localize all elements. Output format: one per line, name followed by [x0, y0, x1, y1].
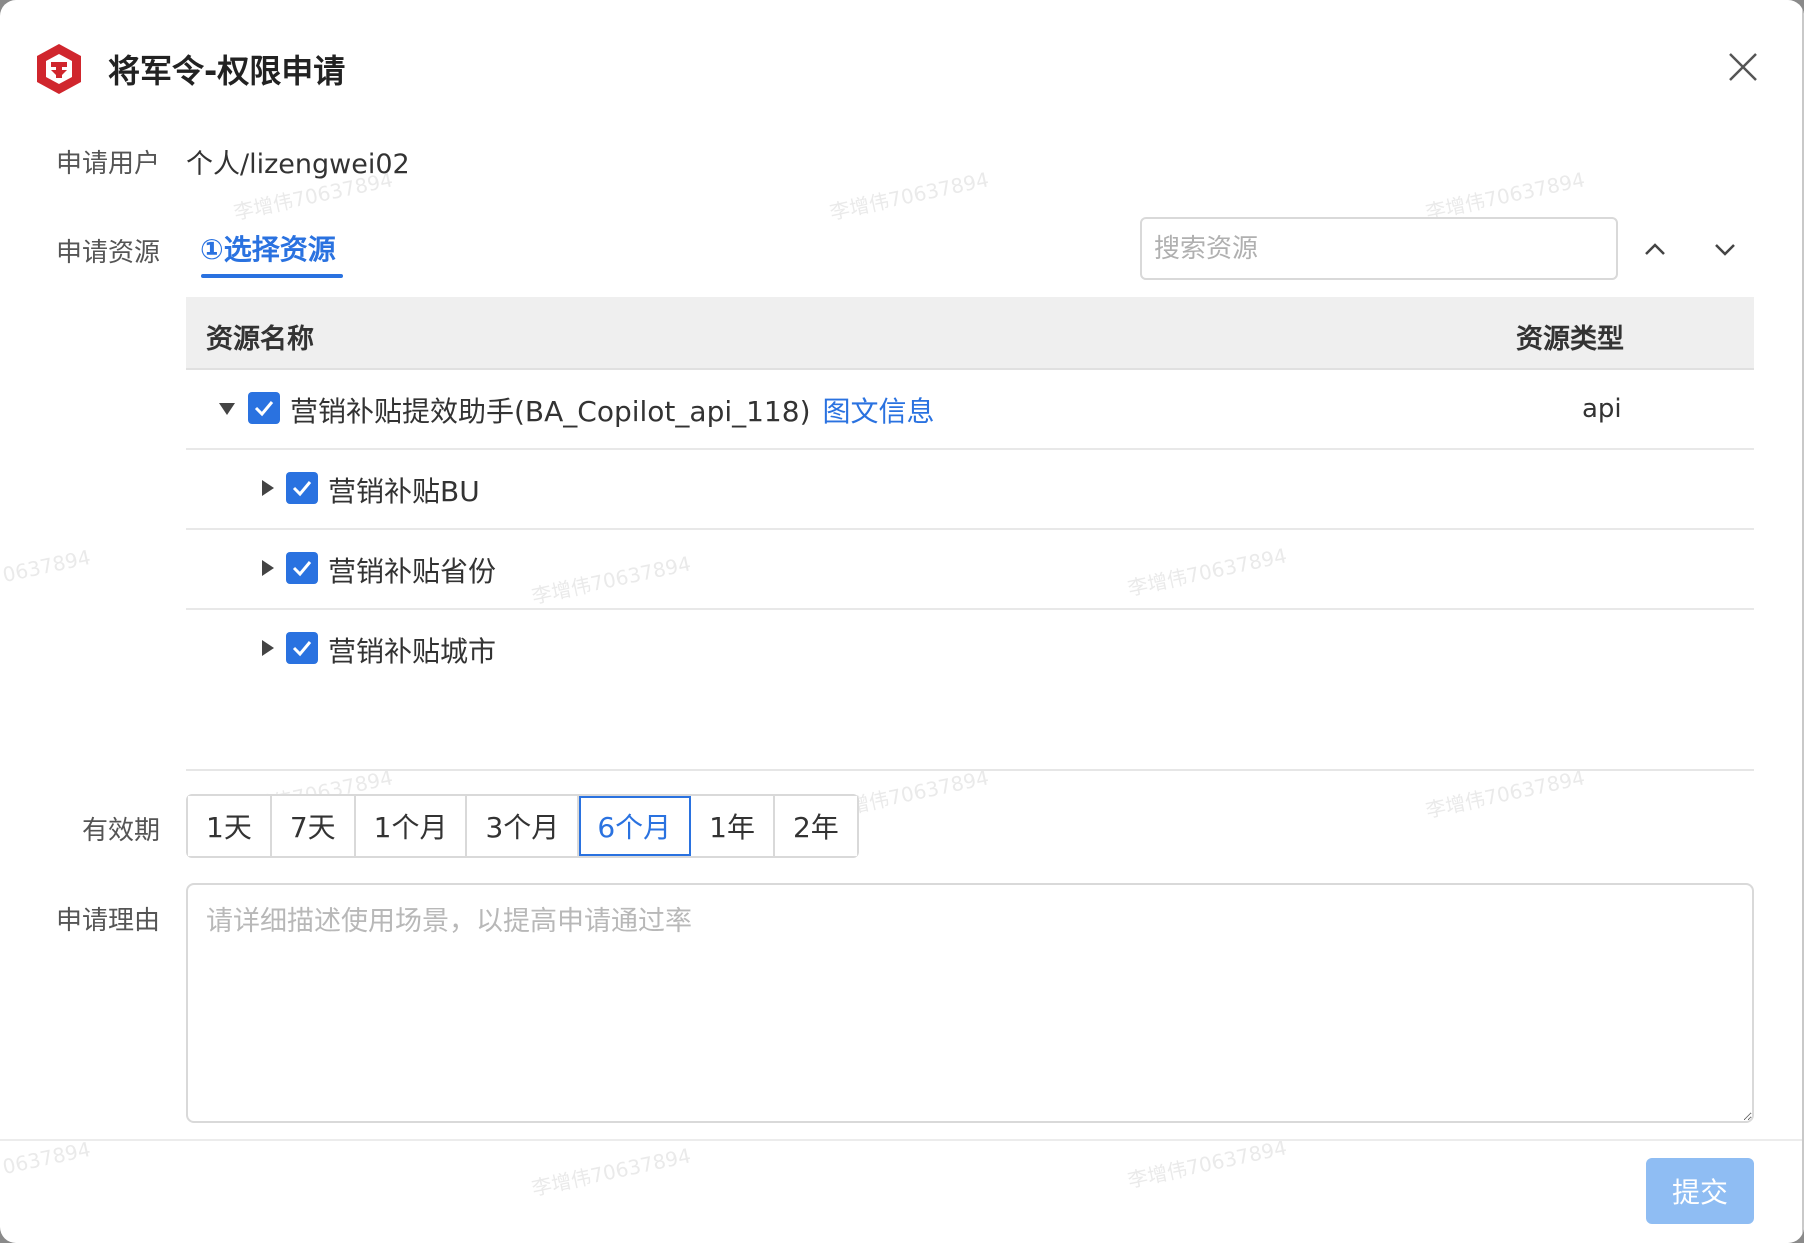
chevron-up-icon[interactable]	[1640, 234, 1670, 264]
row-checkbox[interactable]	[286, 472, 318, 504]
caret-right-icon[interactable]	[258, 478, 276, 498]
check-icon	[254, 401, 274, 417]
period-option-1m[interactable]: 1个月	[355, 796, 468, 856]
period-option-1d[interactable]: 1天	[188, 796, 272, 856]
period-option-1y[interactable]: 1年	[691, 796, 775, 856]
shield-logo-icon	[37, 44, 81, 94]
check-icon	[292, 641, 312, 657]
resource-type: api	[1582, 394, 1622, 424]
resource-name: 营销补贴城市	[328, 635, 497, 668]
row-label: 营销补贴提效助手(BA_Copilot_api_118) 图文信息	[290, 390, 935, 430]
period-label: 有效期	[81, 816, 160, 846]
row-checkbox[interactable]	[286, 552, 318, 584]
column-header-name: 资源名称	[206, 324, 314, 355]
table-row: 营销补贴提效助手(BA_Copilot_api_118) 图文信息 api	[186, 370, 1754, 450]
resource-name: 营销补贴提效助手(BA_Copilot_api_118)	[290, 395, 811, 428]
table-row: 营销补贴城市	[186, 610, 1754, 690]
period-option-6m[interactable]: 6个月	[579, 796, 692, 856]
check-icon	[292, 561, 312, 577]
search-input[interactable]	[1140, 217, 1618, 280]
applicant-label: 申请用户	[55, 149, 160, 179]
resource-table: 资源名称 资源类型 营销补贴提效助手(BA_Copilot_api_118) 图文…	[186, 297, 1754, 771]
dialog-title: 将军令-权限申请	[108, 52, 346, 90]
resource-name: 营销补贴BU	[328, 475, 480, 508]
reason-textarea[interactable]	[186, 883, 1754, 1123]
tab-select-resource[interactable]: ①选择资源	[200, 228, 336, 268]
table-header: 资源名称 资源类型	[186, 297, 1754, 370]
period-option-7d[interactable]: 7天	[271, 796, 356, 856]
reason-label: 申请理由	[55, 906, 160, 936]
caret-right-icon[interactable]	[258, 638, 276, 658]
submit-button[interactable]: 提交	[1646, 1158, 1754, 1224]
column-header-type: 资源类型	[1516, 324, 1624, 355]
footer-divider	[0, 1139, 1804, 1141]
applicant-value: 个人/lizengwei02	[186, 149, 410, 180]
resource-name: 营销补贴省份	[328, 555, 497, 588]
row-checkbox[interactable]	[286, 632, 318, 664]
watermark: 0637894	[0, 545, 93, 587]
permission-dialog: 李增伟70637894 李增伟70637894 李增伟70637894 0637…	[0, 0, 1804, 1243]
period-option-3m[interactable]: 3个月	[467, 796, 580, 856]
close-icon[interactable]	[1726, 50, 1760, 84]
period-selector: 1天 7天 1个月 3个月 6个月 1年 2年	[186, 794, 859, 858]
table-row: 营销补贴BU	[186, 450, 1754, 530]
dialog-header: 将军令-权限申请	[0, 0, 1804, 130]
tab-active-indicator	[201, 274, 343, 278]
check-icon	[292, 481, 312, 497]
period-option-2y[interactable]: 2年	[774, 796, 857, 856]
row-checkbox[interactable]	[248, 392, 280, 424]
image-info-link[interactable]: 图文信息	[823, 395, 935, 428]
resource-label: 申请资源	[55, 238, 160, 268]
caret-right-icon[interactable]	[258, 558, 276, 578]
chevron-down-icon[interactable]	[1710, 234, 1740, 264]
watermark: 0637894	[0, 1137, 93, 1179]
table-row: 营销补贴省份	[186, 530, 1754, 610]
watermark: 李增伟70637894	[827, 167, 991, 225]
watermark: 李增伟70637894	[529, 1143, 693, 1201]
caret-down-icon[interactable]	[218, 398, 236, 418]
